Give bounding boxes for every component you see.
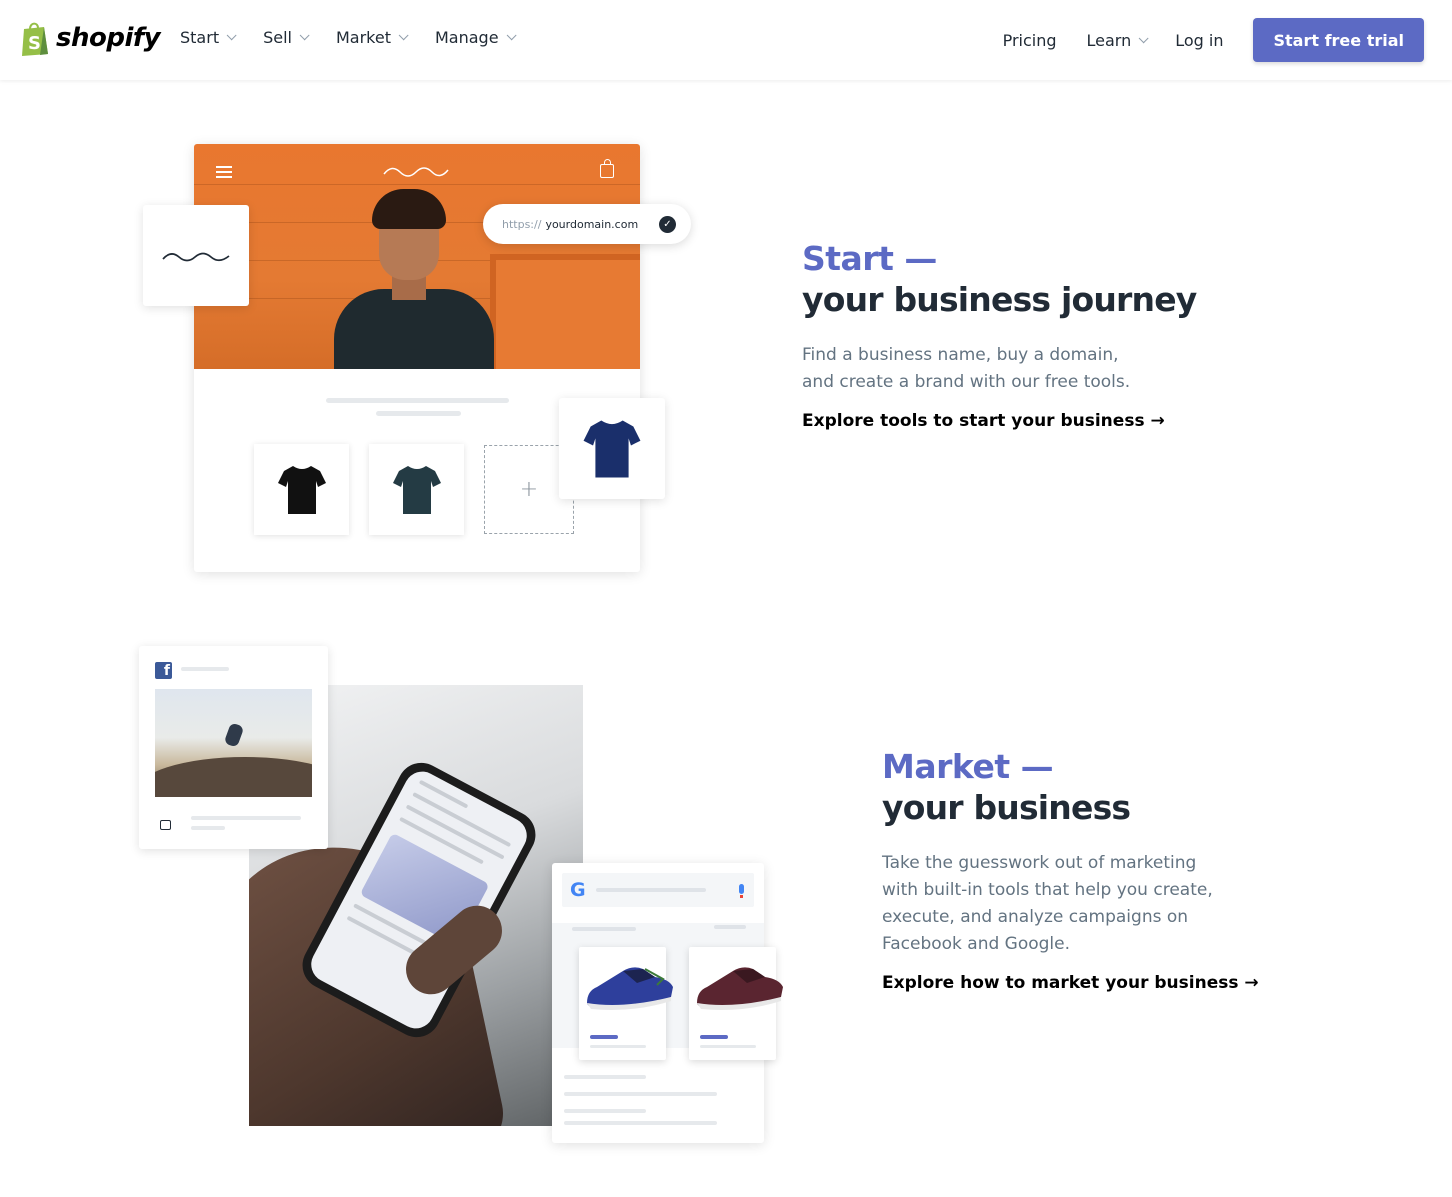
hamburger-menu-icon	[216, 166, 232, 178]
shopify-wordmark: shopify	[56, 23, 161, 53]
person-body	[334, 289, 494, 369]
start-section-text: Start — your business journey Find a bus…	[802, 238, 1222, 431]
phone-screen	[304, 765, 534, 1035]
nav-right: Pricing Learn Log in Start free trial	[1003, 18, 1424, 62]
facebook-ad-card: f	[139, 646, 328, 849]
placeholder-line	[564, 1121, 717, 1125]
mountain	[155, 757, 312, 797]
price-bar	[700, 1035, 728, 1039]
door-frame	[490, 254, 640, 369]
placeholder-line	[572, 927, 636, 931]
nav-manage[interactable]: Manage	[434, 28, 517, 47]
check-icon: ✓	[659, 216, 676, 233]
chevron-down-icon	[1138, 32, 1149, 43]
domain-pill: https:// yourdomain.com ✓	[483, 204, 691, 244]
placeholder-line	[326, 398, 509, 403]
placeholder-line	[700, 1045, 756, 1048]
shopping-bag-icon	[600, 159, 614, 178]
google-search-bar: G	[562, 873, 754, 907]
domain-protocol: https://	[502, 217, 542, 231]
google-icon: G	[570, 879, 586, 901]
product-card-red-sneaker	[689, 947, 783, 1060]
tshirt-icon	[392, 465, 441, 514]
sneaker-icon	[697, 967, 783, 1010]
chevron-down-icon	[299, 30, 310, 41]
google-shopping-card: G	[552, 863, 783, 1143]
jumping-person	[223, 722, 245, 748]
placeholder-line	[191, 816, 301, 820]
section-eyebrow: Start —	[802, 239, 937, 278]
placeholder-line	[590, 1045, 646, 1048]
explore-market-link[interactable]: Explore how to market your business →	[882, 973, 1259, 993]
market-section-text: Market — your business Take the guesswor…	[882, 746, 1282, 993]
start-free-trial-button[interactable]: Start free trial	[1253, 18, 1424, 62]
nav-login[interactable]: Log in	[1175, 31, 1223, 50]
product-tile-teal-shirt	[369, 444, 464, 535]
nav-pricing[interactable]: Pricing	[1003, 31, 1057, 50]
main-nav: Start Sell Market Manage	[180, 28, 543, 47]
nav-learn-label: Learn	[1086, 30, 1132, 50]
nav-sell[interactable]: Sell	[263, 28, 310, 47]
nav-sell-label: Sell	[263, 28, 292, 47]
wave-logo-icon	[162, 252, 230, 261]
nav-start-label: Start	[180, 28, 220, 47]
chevron-down-icon	[226, 30, 237, 41]
nav-start[interactable]: Start	[180, 28, 237, 47]
placeholder-line	[564, 1092, 717, 1096]
product-tile-black-shirt	[254, 444, 349, 535]
placeholder-line	[181, 667, 229, 671]
shopify-logo[interactable]: S shopify	[20, 20, 161, 56]
tshirt-icon	[583, 420, 641, 477]
product-card-navy-shirt	[559, 398, 665, 499]
hero-photo	[194, 144, 640, 369]
section-body-line: Take the guesswork out of marketing	[882, 853, 1197, 873]
wave-logo-icon	[383, 167, 449, 177]
tshirt-icon	[277, 465, 326, 514]
section-headline: your business journey	[802, 280, 1197, 319]
nav-learn[interactable]: Learn	[1086, 30, 1149, 50]
placeholder-line	[564, 1109, 646, 1113]
section-body-line: Facebook and Google.	[882, 934, 1071, 954]
section-eyebrow: Market —	[882, 747, 1054, 786]
section-body: Find a business name, buy a domain, and …	[802, 342, 1222, 396]
product-card-blue-sneaker	[579, 947, 673, 1060]
section-body-line: execute, and analyze campaigns on	[882, 907, 1189, 927]
nav-market-label: Market	[335, 28, 391, 47]
facebook-icon: f	[155, 662, 172, 679]
wall-plank	[194, 184, 640, 185]
placeholder-line	[376, 411, 461, 416]
shopify-bag-icon: S	[22, 22, 48, 56]
section-body-line: with built-in tools that help you create…	[882, 880, 1213, 900]
ad-photo	[155, 689, 312, 797]
sneaker-icon	[587, 967, 673, 1010]
placeholder-line	[191, 826, 225, 830]
chevron-down-icon	[506, 30, 517, 41]
chevron-down-icon	[398, 30, 409, 41]
explore-start-link[interactable]: Explore tools to start your business →	[802, 411, 1165, 431]
section-body-line: Find a business name, buy a domain,	[802, 345, 1119, 365]
person-hair	[372, 189, 446, 229]
nav-market[interactable]: Market	[335, 28, 409, 47]
section-body-line: and create a brand with our free tools.	[802, 372, 1131, 392]
placeholder-line	[564, 1075, 646, 1079]
section-body: Take the guesswork out of marketing with…	[882, 850, 1282, 958]
placeholder-line	[714, 925, 746, 929]
shopping-bag-icon	[160, 820, 171, 830]
section-headline: your business	[882, 788, 1131, 827]
nav-manage-label: Manage	[434, 28, 499, 47]
top-nav-bar: S shopify Start Sell Market Manage Prici…	[0, 0, 1452, 80]
placeholder-line	[596, 888, 706, 892]
svg-text:S: S	[28, 33, 41, 54]
microphone-icon	[739, 884, 744, 898]
price-bar	[590, 1035, 618, 1039]
domain-name: yourdomain.com	[545, 217, 639, 231]
brand-logo-card	[143, 205, 249, 306]
